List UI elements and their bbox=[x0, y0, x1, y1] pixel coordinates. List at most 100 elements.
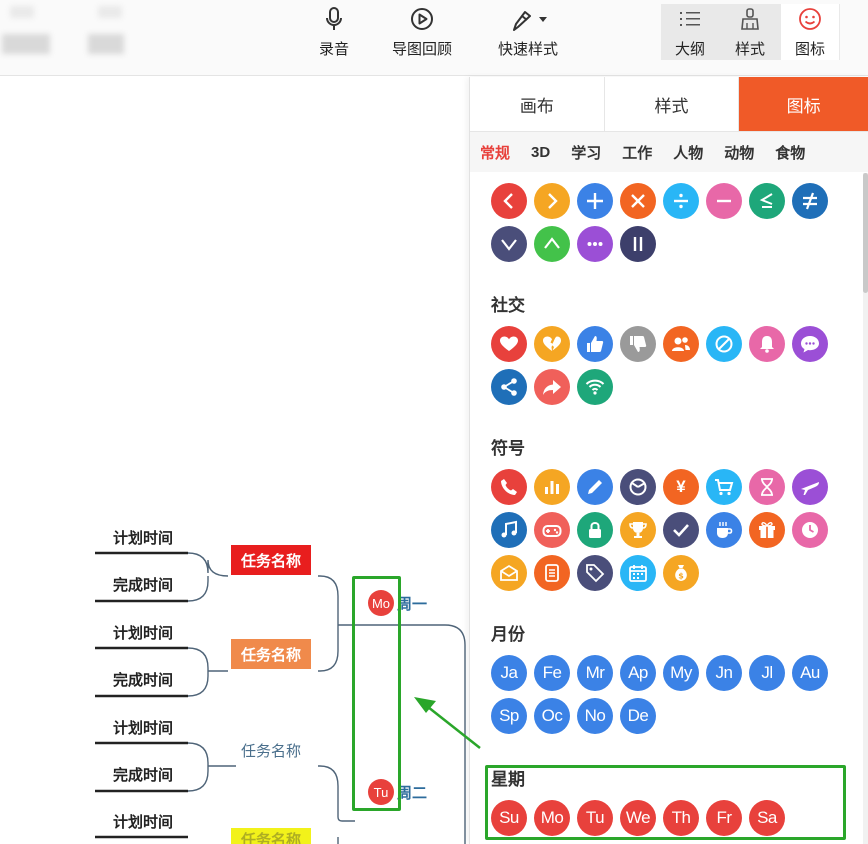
play-circle-icon bbox=[410, 6, 434, 32]
category-general[interactable]: 常规 bbox=[480, 142, 510, 163]
mail-icon[interactable] bbox=[491, 555, 527, 591]
plan-time-node[interactable]: 计划时间 bbox=[113, 527, 173, 548]
document-icon[interactable] bbox=[534, 555, 570, 591]
task-node[interactable]: 任务名称 bbox=[231, 639, 312, 669]
outline-button[interactable]: 大纲 bbox=[668, 6, 712, 64]
task-node[interactable]: 任务名称 bbox=[231, 545, 312, 575]
coffee-icon[interactable] bbox=[706, 512, 742, 548]
weekday-icon[interactable]: Su bbox=[491, 800, 527, 836]
bell-icon[interactable] bbox=[749, 326, 785, 362]
category-animals[interactable]: 动物 bbox=[724, 142, 754, 163]
thumbs-up-icon[interactable] bbox=[577, 326, 613, 362]
plan-time-node[interactable]: 计划时间 bbox=[113, 622, 173, 643]
greater-than-icon[interactable] bbox=[534, 183, 570, 219]
thumbs-down-icon[interactable] bbox=[620, 326, 656, 362]
month-icon[interactable]: Mr bbox=[577, 655, 613, 691]
section-social: 社交 bbox=[470, 294, 862, 405]
pencil-icon[interactable] bbox=[577, 469, 613, 505]
month-icon[interactable]: No bbox=[577, 698, 613, 734]
month-icon[interactable]: De bbox=[620, 698, 656, 734]
multiply-icon[interactable] bbox=[620, 183, 656, 219]
category-people[interactable]: 人物 bbox=[673, 142, 703, 163]
divide-icon[interactable] bbox=[663, 183, 699, 219]
users-icon[interactable] bbox=[663, 326, 699, 362]
check-icon[interactable] bbox=[663, 512, 699, 548]
category-3d[interactable]: 3D bbox=[531, 144, 550, 161]
icon-panel: 画布 样式 图标 常规 3D 学习 工作 人物 动物 食物 学术 bbox=[469, 77, 868, 844]
month-icon[interactable]: My bbox=[663, 655, 699, 691]
less-equal-icon[interactable] bbox=[749, 183, 785, 219]
ellipsis-icon[interactable] bbox=[577, 226, 613, 262]
map-review-button[interactable]: 导图回顾 bbox=[388, 6, 456, 64]
month-icon[interactable]: Sp bbox=[491, 698, 527, 734]
icon-list[interactable]: 学术 社交 bbox=[470, 173, 862, 844]
not-equal-icon[interactable] bbox=[792, 183, 828, 219]
weekday-icon[interactable]: Tu bbox=[577, 800, 613, 836]
lock-icon[interactable] bbox=[577, 512, 613, 548]
day-label: 周一 bbox=[397, 595, 428, 613]
music-icon[interactable] bbox=[491, 512, 527, 548]
style-button[interactable]: 样式 bbox=[728, 6, 772, 64]
plan-time-node[interactable]: 计划时间 bbox=[113, 811, 173, 832]
done-time-node[interactable]: 完成时间 bbox=[113, 669, 173, 690]
parallel-icon[interactable] bbox=[620, 226, 656, 262]
plan-time-node[interactable]: 计划时间 bbox=[113, 717, 173, 738]
broken-heart-icon[interactable] bbox=[534, 326, 570, 362]
category-food[interactable]: 食物 bbox=[775, 142, 805, 163]
weekday-icon[interactable]: We bbox=[620, 800, 656, 836]
airplane-icon[interactable] bbox=[792, 469, 828, 505]
tab-icons[interactable]: 图标 bbox=[739, 77, 868, 131]
icon-button[interactable]: 图标 bbox=[781, 4, 839, 60]
weekday-icon[interactable]: Fr bbox=[706, 800, 742, 836]
month-icon[interactable]: Ap bbox=[620, 655, 656, 691]
trophy-icon[interactable] bbox=[620, 512, 656, 548]
category-work[interactable]: 工作 bbox=[622, 142, 652, 163]
scrollbar-thumb[interactable] bbox=[863, 173, 868, 293]
tag-icon[interactable] bbox=[577, 555, 613, 591]
minus-icon[interactable] bbox=[706, 183, 742, 219]
chevron-down-icon[interactable] bbox=[491, 226, 527, 262]
hourglass-icon[interactable] bbox=[749, 469, 785, 505]
month-icon-grid: Ja Fe Mr Ap My Jn Jl Au Sp Oc No De bbox=[491, 647, 862, 734]
gamepad-icon[interactable] bbox=[534, 512, 570, 548]
weekday-icon[interactable]: Th bbox=[663, 800, 699, 836]
chevron-up-icon[interactable] bbox=[534, 226, 570, 262]
tab-style[interactable]: 样式 bbox=[605, 77, 740, 131]
month-icon[interactable]: Au bbox=[792, 655, 828, 691]
highlight-box bbox=[352, 576, 401, 811]
chat-icon[interactable] bbox=[792, 326, 828, 362]
cart-icon[interactable] bbox=[706, 469, 742, 505]
task-node[interactable]: 任务名称 bbox=[231, 828, 312, 844]
done-time-node[interactable]: 完成时间 bbox=[113, 574, 173, 595]
quick-style-button[interactable]: 快速样式 bbox=[494, 6, 562, 64]
calendar-icon[interactable] bbox=[620, 555, 656, 591]
money-bag-icon[interactable]: $ bbox=[663, 555, 699, 591]
month-icon[interactable]: Jn bbox=[706, 655, 742, 691]
weekday-icon[interactable]: Sa bbox=[749, 800, 785, 836]
done-time-node[interactable]: 完成时间 bbox=[113, 764, 173, 785]
month-icon[interactable]: Oc bbox=[534, 698, 570, 734]
forbidden-icon[interactable] bbox=[706, 326, 742, 362]
yen-icon[interactable]: ¥ bbox=[663, 469, 699, 505]
task-node[interactable]: 任务名称 bbox=[231, 735, 311, 765]
pie-chart-icon[interactable] bbox=[620, 469, 656, 505]
wifi-icon[interactable] bbox=[577, 369, 613, 405]
less-than-icon[interactable] bbox=[491, 183, 527, 219]
tab-canvas[interactable]: 画布 bbox=[470, 77, 605, 131]
record-button[interactable]: 录音 bbox=[313, 6, 355, 64]
month-icon[interactable]: Fe bbox=[534, 655, 570, 691]
forward-icon[interactable] bbox=[534, 369, 570, 405]
share-icon[interactable] bbox=[491, 369, 527, 405]
panel-scrollbar[interactable] bbox=[863, 173, 868, 844]
month-icon[interactable]: Ja bbox=[491, 655, 527, 691]
weekday-icon[interactable]: Mo bbox=[534, 800, 570, 836]
bar-chart-icon[interactable] bbox=[534, 469, 570, 505]
heart-icon[interactable] bbox=[491, 326, 527, 362]
phone-icon[interactable] bbox=[491, 469, 527, 505]
plus-icon[interactable] bbox=[577, 183, 613, 219]
month-icon[interactable]: Jl bbox=[749, 655, 785, 691]
clock-icon[interactable] bbox=[792, 512, 828, 548]
category-study[interactable]: 学习 bbox=[571, 142, 601, 163]
day-label: 周二 bbox=[397, 784, 428, 802]
gift-icon[interactable] bbox=[749, 512, 785, 548]
